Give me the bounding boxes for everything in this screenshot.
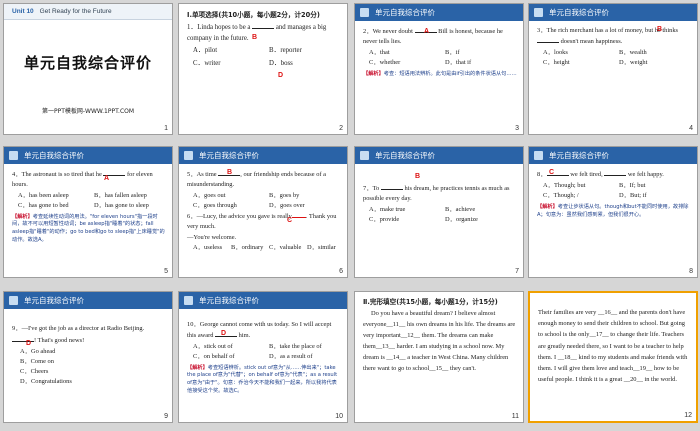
- explanation-note: 【解析】考查让步状语从句。though和but不能同时使用，故排除A；句意为：虽…: [537, 203, 689, 218]
- answer-options: A．has been asleep B．has fallen asleep C．h…: [18, 191, 149, 209]
- header-icon: [360, 151, 369, 160]
- slide-header-bar: 单元自我综合评价: [529, 147, 697, 164]
- answer-mark: B: [252, 34, 258, 41]
- slide-thumbnail-5[interactable]: 单元自我综合评价 4．The astronaut is so tired tha…: [3, 146, 173, 278]
- question-text: 1．Linda hopes to be a and manages a big …: [187, 24, 327, 42]
- section-heading: Ⅱ.完形填空(共15小题，每小题1分，计15分): [363, 298, 498, 306]
- slide-body: 5．As time , our friendship ends because …: [187, 169, 341, 253]
- question-text: 8． we felt tired, we felt happy.: [537, 171, 664, 178]
- slide-thumbnail-3[interactable]: 单元自我综合评价 2．We never doubt Bill is honest…: [354, 3, 524, 135]
- slide-number: 6: [339, 268, 343, 275]
- header-icon: [534, 151, 543, 160]
- slide-body: 4．The astronaut is so tired that he for …: [12, 169, 166, 245]
- answer-options: A．Go ahead B．Come on C．Cheers D．Congratula…: [20, 347, 72, 385]
- slide-thumbnail-11[interactable]: Ⅱ.完形填空(共15小题，每小题1分，计15分) Do you have a b…: [354, 291, 524, 423]
- slide-thumbnail-7[interactable]: 单元自我综合评价 7．To his dream, he practices te…: [354, 146, 524, 278]
- slide-body: 7．To his dream, he practices tennis as m…: [363, 183, 517, 225]
- header-icon: [360, 8, 369, 17]
- question-reply: ! That's good news!: [12, 335, 166, 346]
- slide-thumbnail-12[interactable]: Their families are very __16__ and the p…: [528, 291, 698, 423]
- header-icon: [534, 8, 543, 17]
- answer-options: A．goes out B．goes by C．goes through D．goes…: [193, 191, 305, 209]
- slide-body: 2．We never doubt Bill is honest, because…: [363, 26, 517, 78]
- explanation-note: 【解析】考查延续性动词的用法。"for eleven hours"指一段时间，故…: [12, 213, 165, 244]
- slide-number: 4: [689, 125, 693, 132]
- header-icon: [184, 151, 193, 160]
- slide-header-bar: 单元自我综合评价: [179, 292, 347, 309]
- question-text: 4．The astronaut is so tired that he for …: [12, 171, 153, 188]
- slide-body: 10．George cannot come with us today. So …: [187, 320, 341, 396]
- slide-header-bar: 单元自我综合评价: [4, 147, 172, 164]
- answer-options: A．looks B．wealth C．height D．weight: [543, 48, 648, 66]
- explanation-note: 【解析】考查短语辨析。stick out of意为"从……伸出来"；take t…: [187, 364, 338, 395]
- slide-body: Their families are very __16__ and the p…: [538, 307, 690, 386]
- question-text: 10．George cannot come with us today. So …: [187, 321, 332, 339]
- answer-options: A．stick out of B．take the place of C．on b…: [193, 342, 322, 360]
- answer-mark: C: [549, 169, 555, 176]
- slide-thumbnail-2[interactable]: Ⅰ.单项选择(共10小题，每小题2分，计20分) 1．Linda hopes t…: [178, 3, 348, 135]
- slide-thumbnail-10[interactable]: 单元自我综合评价 10．George cannot come with us t…: [178, 291, 348, 423]
- passage-text: Do you have a beautiful dream? I believe…: [363, 310, 516, 372]
- template-credit: 第一PPT模板网-WWW.1PPT.COM: [41, 108, 135, 115]
- answer-options: A．useless B．ordinary C．valuable D．similar: [193, 244, 336, 252]
- header-icon: [9, 151, 18, 160]
- answer-mark: D: [221, 330, 227, 337]
- header-icon: [9, 296, 18, 305]
- question-text: 5．As time , our friendship ends because …: [187, 171, 326, 188]
- slide-header-bar: 单元自我综合评价: [355, 4, 523, 21]
- slide-header-bar: 单元自我综合评价: [529, 4, 697, 21]
- slide-header-bar: 单元自我综合评价: [179, 147, 347, 164]
- slide-thumbnail-9[interactable]: 单元自我综合评价 9．—I've got the job as a direct…: [3, 291, 173, 423]
- question-text: 9．—I've got the job as a director at Rad…: [12, 325, 145, 332]
- slide-number: 11: [511, 413, 519, 420]
- answer-mark: B: [657, 26, 663, 33]
- slide-header-bar: 单元自我综合评价: [4, 292, 172, 309]
- slide-number: 10: [335, 413, 343, 420]
- slide-number: 9: [164, 413, 168, 420]
- answer-mark: D: [278, 72, 284, 79]
- slide-number: 2: [339, 125, 343, 132]
- slide-number: 7: [515, 268, 519, 275]
- answer-mark: C: [287, 217, 293, 224]
- answer-options: A．that B．if C．whether D．that if: [369, 48, 472, 66]
- slide-header-bar: 单元自我综合评价: [355, 147, 523, 164]
- slide-body: 3．The rich merchant has a lot of money, …: [537, 26, 691, 68]
- answer-mark: A: [104, 175, 110, 182]
- answer-mark: B: [415, 173, 421, 180]
- explanation-note: 【解析】考查：短语用法辨析。此句是由if引出的条件状语从句……: [363, 70, 517, 77]
- passage-text: Their families are very __16__ and the p…: [538, 309, 688, 384]
- slide-thumbnail-1[interactable]: Unit 10 Get Ready for the Future 单元自我综合评价…: [3, 3, 173, 135]
- slide-body: 8． we felt tired, we felt happy. A．Thoug…: [537, 169, 691, 219]
- section-heading: Ⅰ.单项选择(共10小题，每小题2分，计20分): [187, 11, 320, 19]
- slide-number: 1: [164, 125, 168, 132]
- answer-options: A．Though; but B．If; but C．Though; / D．But;…: [543, 181, 647, 199]
- slide-body: 9．—I've got the job as a director at Rad…: [12, 324, 166, 387]
- slide-title: 单元自我综合评价: [23, 54, 152, 72]
- question-text: 6．—Lucy, the advice you gave is really. …: [187, 212, 337, 230]
- answer-mark: B: [227, 169, 233, 176]
- slide-thumbnail-8[interactable]: 单元自我综合评价 8． we felt tired, we felt happy…: [528, 146, 698, 278]
- slide-number: 5: [164, 268, 168, 275]
- question-text: 3．The rich merchant has a lot of money, …: [537, 27, 679, 45]
- question-text: 2．We never doubt Bill is honest, because…: [363, 28, 503, 45]
- slide-number: 8: [689, 268, 693, 275]
- slide-thumbnail-4[interactable]: 单元自我综合评价 3．The rich merchant has a lot o…: [528, 3, 698, 135]
- unit-header: Unit 10 Get Ready for the Future: [4, 4, 172, 20]
- question-text: 7．To his dream, he practices tennis as m…: [363, 185, 510, 202]
- slide-number: 12: [684, 412, 692, 419]
- header-icon: [184, 296, 193, 305]
- slide-body: Ⅱ.完形填空(共15小题，每小题1分，计15分) Do you have a b…: [363, 297, 517, 376]
- answer-options: A．pilot B．reporter C．writer D．boss: [193, 47, 302, 68]
- slide-body: Ⅰ.单项选择(共10小题，每小题2分，计20分) 1．Linda hopes t…: [187, 10, 341, 71]
- slide-thumbnail-6[interactable]: 单元自我综合评价 5．As time , our friendship ends…: [178, 146, 348, 278]
- answer-options: A．make true B．achieve C．provide D．organize: [369, 205, 478, 223]
- question-reply: —You're welcome.: [187, 233, 237, 241]
- answer-mark: A: [424, 28, 430, 35]
- slide-number: 3: [515, 125, 519, 132]
- answer-mark: D: [26, 340, 32, 347]
